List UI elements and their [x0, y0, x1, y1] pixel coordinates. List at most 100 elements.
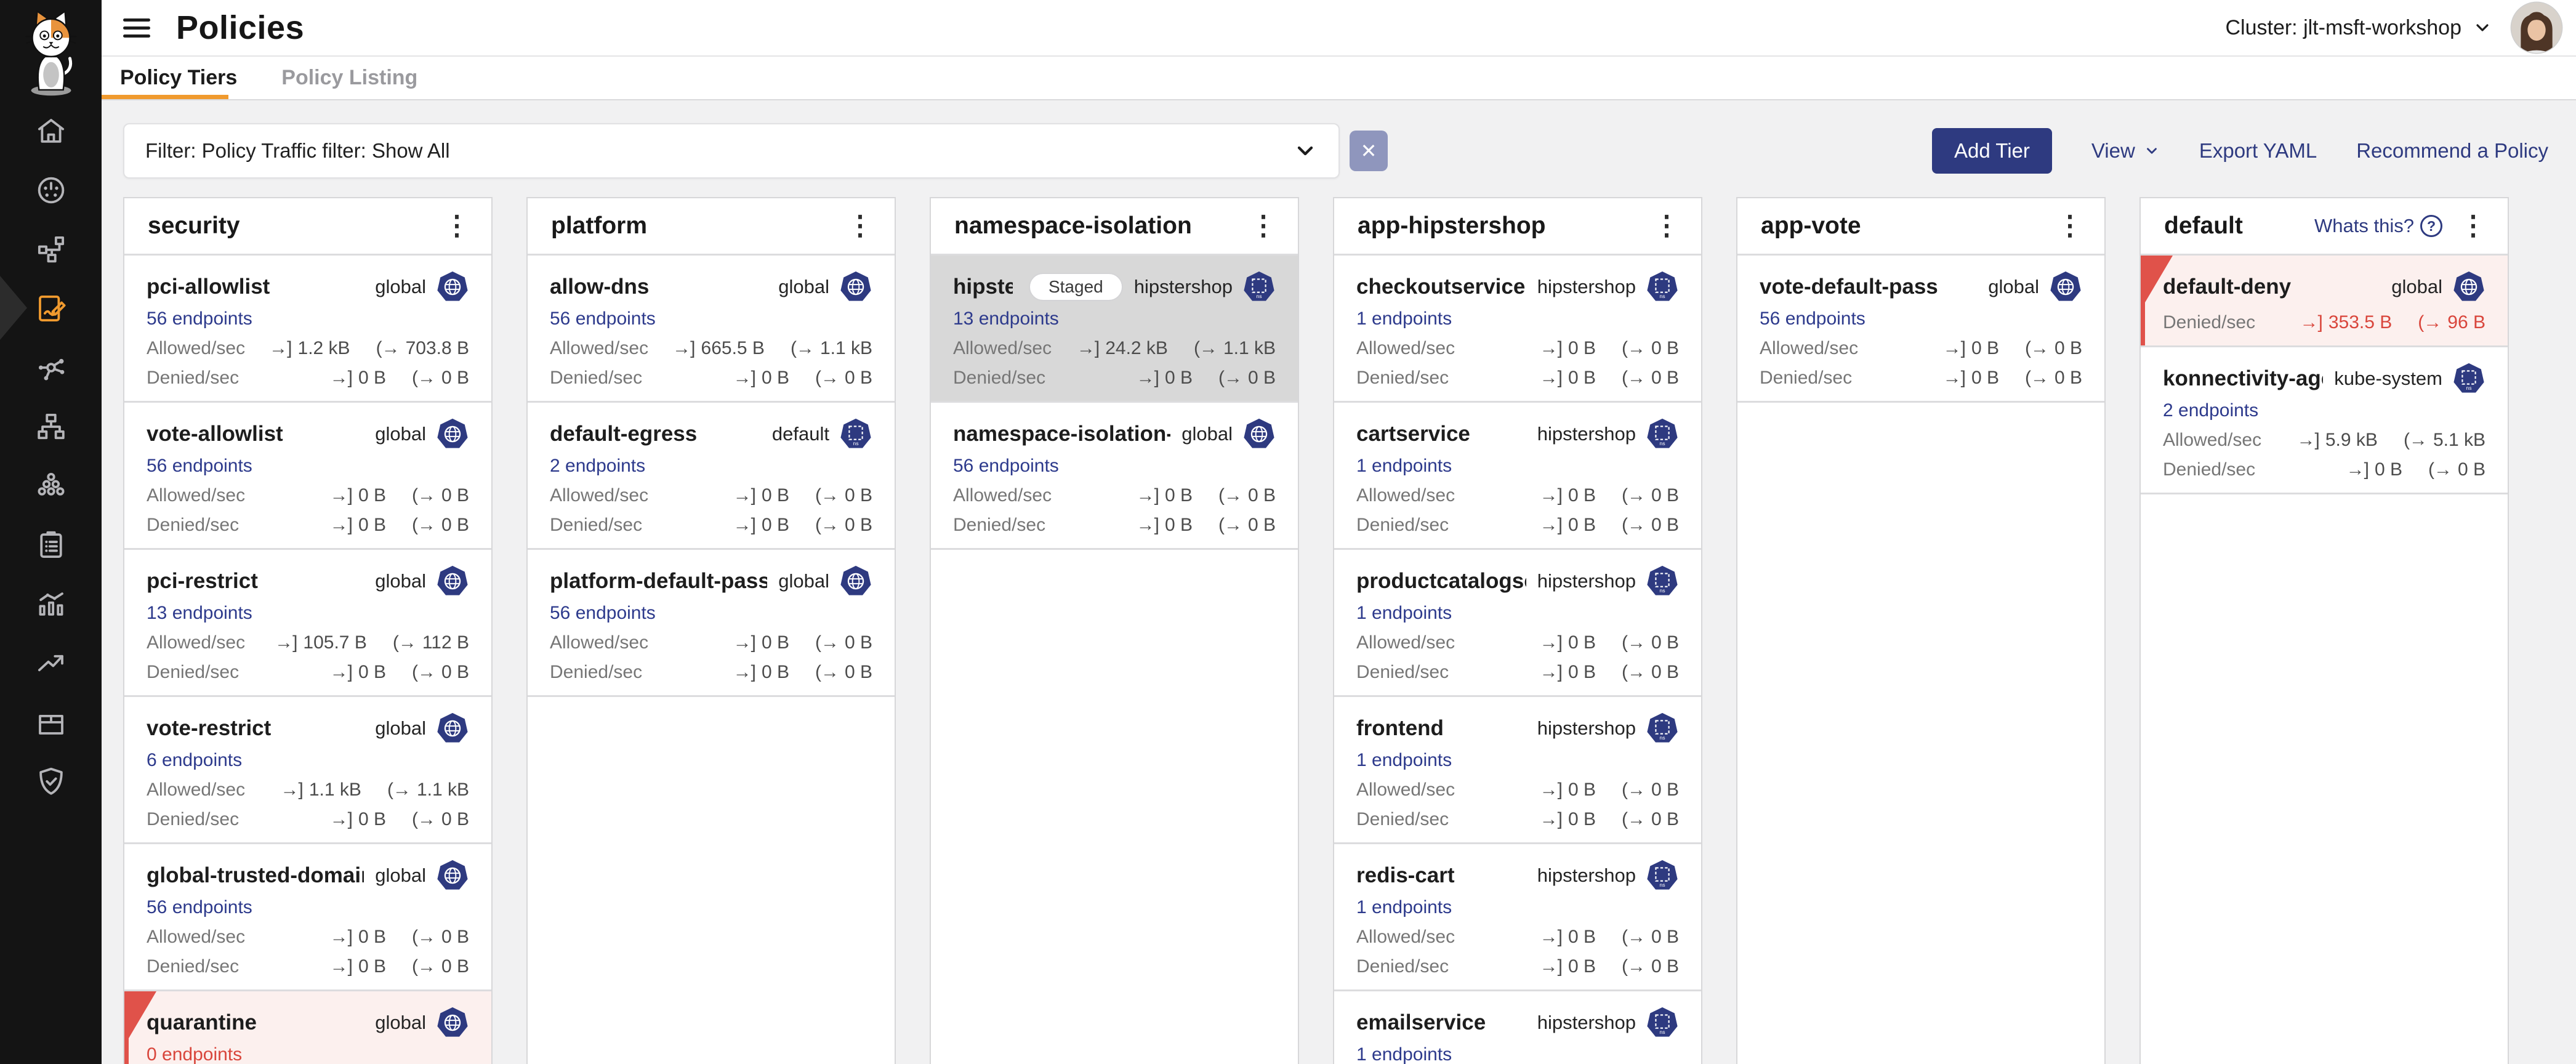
sidebar-item-threat-defense[interactable]	[0, 765, 102, 798]
egress-arrow-icon: (→	[791, 338, 814, 359]
policy-card-namespace-isolation-default-p[interactable]: namespace-isolation-default-p…global56 e…	[931, 403, 1298, 550]
endpoints-link[interactable]: 1 endpoints	[1356, 1044, 1452, 1064]
cluster-selector[interactable]: Cluster: jlt-msft-workshop	[2225, 16, 2492, 40]
endpoints-link[interactable]: 0 endpoints	[147, 1044, 242, 1064]
traffic-metric-row: Denied/sec→]0 B(→0 B	[550, 515, 872, 536]
policy-card-hipstershop-gh[interactable]: hipstershop-gh…Stagedhipstershopns13 end…	[931, 256, 1298, 403]
policy-scope: hipstershopns	[1526, 270, 1679, 304]
clear-filter-button[interactable]: ✕	[1350, 131, 1388, 171]
tab-policy-listing[interactable]: Policy Listing	[281, 66, 417, 90]
endpoints-link[interactable]: 56 endpoints	[550, 603, 656, 624]
policy-card-konnectivity-agent[interactable]: konnectivity-agentkube-systemns2 endpoin…	[2141, 347, 2508, 494]
policy-card-global-trusted-domains[interactable]: global-trusted-domainsglobal56 endpoints…	[124, 844, 491, 991]
sidebar-item-image-assurance[interactable]	[0, 706, 102, 739]
policy-card-cartservice[interactable]: cartservicehipstershopns1 endpointsAllow…	[1334, 403, 1701, 550]
traffic-metric-row: Allowed/sec→]0 B(→0 B	[1356, 632, 1679, 653]
sidebar-item-dashboard-gauge[interactable]	[0, 174, 102, 207]
scope-label: global	[2391, 276, 2442, 298]
sidebar-item-network-flows[interactable]	[0, 351, 102, 384]
policy-card-checkoutservice[interactable]: checkoutservicehipstershopns1 endpointsA…	[1334, 256, 1701, 403]
view-menu-button[interactable]: View	[2091, 139, 2160, 163]
policy-scope: global	[2380, 270, 2485, 304]
tier-menu-kebab-icon[interactable]: ⋮	[2455, 212, 2492, 240]
egress-value: 0 B	[441, 927, 469, 948]
endpoints-link[interactable]: 1 endpoints	[1356, 308, 1452, 329]
policy-name: vote-default-pass	[1760, 275, 1938, 299]
policy-scope: kube-systemns	[2323, 362, 2485, 395]
endpoints-link[interactable]: 13 endpoints	[147, 603, 252, 624]
endpoints-link[interactable]: 56 endpoints	[147, 308, 252, 329]
sidebar-item-policies[interactable]	[0, 292, 102, 325]
ingress-arrow-icon: →]	[1540, 632, 1562, 653]
endpoints-link[interactable]: 13 endpoints	[953, 308, 1059, 329]
global-scope-badge-icon	[1242, 417, 1276, 451]
endpoints-link[interactable]: 1 endpoints	[1356, 750, 1452, 771]
sidebar-item-endpoints[interactable]	[0, 469, 102, 502]
sidebar-item-nodes[interactable]	[0, 410, 102, 443]
endpoints-link[interactable]: 2 endpoints	[550, 456, 645, 477]
ingress-value: 0 B	[1165, 515, 1193, 536]
policy-card-vote-allowlist[interactable]: vote-allowlistglobal56 endpointsAllowed/…	[124, 403, 491, 550]
sidebar-item-activity[interactable]	[0, 647, 102, 680]
tier-menu-kebab-icon[interactable]: ⋮	[2051, 212, 2088, 240]
policy-traffic-filter-select[interactable]: Filter: Policy Traffic filter: Show All	[123, 123, 1340, 179]
endpoints-link[interactable]: 1 endpoints	[1356, 897, 1452, 918]
ingress-arrow-icon: →]	[1943, 368, 1965, 389]
tier-menu-kebab-icon[interactable]: ⋮	[1245, 212, 1282, 240]
tier-menu-kebab-icon[interactable]: ⋮	[438, 212, 475, 240]
endpoints-link[interactable]: 56 endpoints	[953, 456, 1059, 477]
policy-card-default-egress[interactable]: default-egressdefaultns2 endpointsAllowe…	[528, 403, 895, 550]
scope-label: global	[778, 276, 829, 298]
policy-card-allow-dns[interactable]: allow-dnsglobal56 endpointsAllowed/sec→]…	[528, 256, 895, 403]
policy-card-frontend[interactable]: frontendhipstershopns1 endpointsAllowed/…	[1334, 697, 1701, 844]
policy-card-quarantine[interactable]: quarantineglobal0 endpoints	[124, 991, 491, 1064]
ingress-arrow-icon: →]	[1540, 338, 1562, 359]
ingress-value: 0 B	[358, 956, 386, 977]
policy-card-vote-restrict[interactable]: vote-restrictglobal6 endpointsAllowed/se…	[124, 697, 491, 844]
hamburger-menu-icon[interactable]	[123, 18, 150, 38]
metric-label: Allowed/sec	[147, 780, 245, 800]
user-avatar[interactable]	[2510, 1, 2564, 55]
endpoints-link[interactable]: 1 endpoints	[1356, 603, 1452, 624]
policy-card-emailservice[interactable]: emailservicehipstershopns1 endpointsAllo…	[1334, 991, 1701, 1064]
tier-menu-kebab-icon[interactable]: ⋮	[1648, 212, 1685, 240]
policy-scope: global	[364, 270, 469, 304]
policy-card-productcatalogservice[interactable]: productcatalogservicehipstershopns1 endp…	[1334, 550, 1701, 697]
endpoints-link[interactable]: 56 endpoints	[550, 308, 656, 329]
traffic-metric-row: Denied/sec→]0 B(→0 B	[953, 515, 1276, 536]
traffic-metric-row: Denied/sec→]0 B(→0 B	[1356, 809, 1679, 830]
chevron-down-icon	[1293, 139, 1318, 163]
policy-card-pci-allowlist[interactable]: pci-allowlistglobal56 endpointsAllowed/s…	[124, 256, 491, 403]
sidebar-item-home[interactable]	[0, 115, 102, 148]
egress-value: 0 B	[2458, 459, 2485, 480]
endpoints-link[interactable]: 1 endpoints	[1356, 456, 1452, 477]
ingress-arrow-icon: →]	[1137, 515, 1159, 536]
recommend-policy-button[interactable]: Recommend a Policy	[2356, 139, 2548, 163]
sidebar-item-statistics[interactable]	[0, 587, 102, 621]
policy-card-redis-cart[interactable]: redis-carthipstershopns1 endpointsAllowe…	[1334, 844, 1701, 991]
svg-text:ns: ns	[1659, 1029, 1665, 1035]
statistics-icon	[34, 587, 68, 621]
policy-card-pci-restrict[interactable]: pci-restrictglobal13 endpointsAllowed/se…	[124, 550, 491, 697]
export-yaml-button[interactable]: Export YAML	[2199, 139, 2317, 163]
policy-card-default-deny[interactable]: default-denyglobalDenied/sec→]353.5 B(→9…	[2141, 256, 2508, 347]
tier-header: security⋮	[124, 198, 491, 256]
tab-bar: Policy Tiers Policy Listing	[102, 57, 2576, 100]
egress-value: 0 B	[845, 368, 872, 389]
policy-card-platform-default-pass[interactable]: platform-default-passglobal56 endpointsA…	[528, 550, 895, 697]
sidebar-item-service-graph[interactable]	[0, 233, 102, 266]
policy-scope: global	[364, 565, 469, 598]
tier-menu-kebab-icon[interactable]: ⋮	[842, 212, 879, 240]
endpoints-link[interactable]: 2 endpoints	[2163, 400, 2258, 421]
endpoints-link[interactable]: 6 endpoints	[147, 750, 242, 771]
traffic-metric-row: Allowed/sec→]1.1 kB(→1.1 kB	[147, 780, 469, 800]
endpoints-link[interactable]: 56 endpoints	[147, 456, 252, 477]
policy-card-vote-default-pass[interactable]: vote-default-passglobal56 endpointsAllow…	[1737, 256, 2104, 403]
sidebar-item-compliance-reports[interactable]	[0, 528, 102, 562]
add-tier-button[interactable]: Add Tier	[1932, 128, 2052, 174]
whats-this-link[interactable]: Whats this? ?	[2314, 215, 2442, 237]
endpoints-link[interactable]: 56 endpoints	[1760, 308, 1866, 329]
endpoints-link[interactable]: 56 endpoints	[147, 897, 252, 918]
tab-policy-tiers[interactable]: Policy Tiers	[120, 66, 237, 90]
scope-label: hipstershop	[1537, 864, 1636, 887]
